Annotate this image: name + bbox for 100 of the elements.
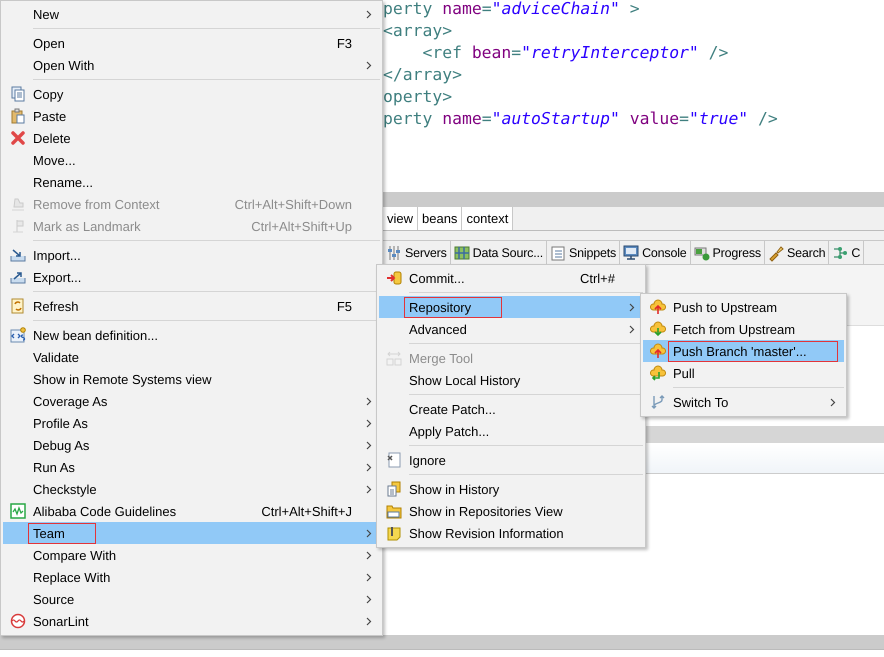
- code-token: "adviceChain": [492, 0, 620, 18]
- flag-icon: [10, 218, 26, 234]
- menu-item[interactable]: Create Patch...: [379, 398, 643, 420]
- menu-item[interactable]: Fetch from Upstream: [643, 318, 844, 340]
- menu-item[interactable]: Copy: [3, 83, 380, 105]
- menu-item[interactable]: Export...: [3, 266, 380, 288]
- menu-item-label: Advanced: [408, 320, 468, 338]
- menu-item[interactable]: Advanced: [379, 318, 643, 340]
- menu-item-label: Validate: [32, 348, 80, 366]
- menu-item-label: Source: [32, 590, 76, 608]
- menu-item-label: Fetch from Upstream: [672, 320, 796, 338]
- menu-item[interactable]: Debug As: [3, 434, 380, 456]
- menu-item[interactable]: Show in Repositories View: [379, 500, 643, 522]
- documents-icon: [386, 481, 402, 497]
- menu-item[interactable]: Commit... Ctrl+#: [379, 267, 643, 289]
- menu-item-label: Show in Repositories View: [408, 502, 564, 520]
- menu-item-label: Pull: [672, 364, 696, 382]
- menu-item-label: New: [32, 6, 60, 24]
- panel-tab[interactable]: C: [829, 241, 864, 264]
- document-icon: [386, 452, 402, 468]
- cloud-arrow-icon: [650, 343, 666, 359]
- code-token: >: [628, 0, 640, 18]
- editor-tab[interactable]: view: [383, 207, 418, 230]
- code-token: perty: [383, 0, 434, 18]
- menu-item-label: Export...: [32, 268, 82, 286]
- code-token: name: [442, 0, 482, 18]
- menu-item[interactable]: Alibaba Code Guidelines Ctrl+Alt+Shift+J: [3, 500, 380, 522]
- refresh-icon: [10, 298, 26, 314]
- menu-item[interactable]: Coverage As: [3, 390, 380, 412]
- menu-item-label: Debug As: [32, 436, 90, 454]
- menu-item-label: Delete: [32, 130, 72, 148]
- menu-item[interactable]: Pull: [643, 362, 844, 384]
- menu-item[interactable]: Open With: [3, 54, 380, 76]
- menu-item[interactable]: Show Local History: [379, 369, 643, 391]
- menu-item[interactable]: Validate: [3, 346, 380, 368]
- menu-item[interactable]: Run As: [3, 456, 380, 478]
- code-token: "true": [688, 109, 748, 128]
- editor-tab[interactable]: context: [462, 207, 514, 230]
- code-token: perty: [383, 109, 434, 128]
- sash-bar[interactable]: [0, 635, 884, 649]
- menu-item[interactable]: SonarLint: [3, 610, 380, 632]
- menu-item[interactable]: Switch To: [643, 391, 844, 413]
- menu-item-label: Profile As: [32, 414, 89, 432]
- code-token: bean: [472, 43, 512, 62]
- menu-item[interactable]: Delete: [3, 127, 380, 149]
- menu-item[interactable]: Open F3: [3, 32, 380, 54]
- menu-item[interactable]: Refresh F5: [3, 295, 380, 317]
- editor-tab[interactable]: beans: [418, 207, 462, 230]
- menu-item[interactable]: Replace With: [3, 566, 380, 588]
- menu-item[interactable]: Show Revision Information: [379, 522, 643, 544]
- menu-item[interactable]: New: [3, 3, 380, 25]
- sliders-icon: [386, 244, 402, 260]
- menu-item-label: Open With: [32, 56, 96, 74]
- code-token: "autoStartup": [492, 109, 620, 128]
- menu-item[interactable]: Show in History: [379, 478, 643, 500]
- cloud-arrow-icon: [650, 365, 666, 381]
- menu-item[interactable]: Ignore: [379, 449, 643, 471]
- panel-tab[interactable]: Progress: [690, 241, 765, 264]
- menu-item[interactable]: Paste: [3, 105, 380, 127]
- grid-icon: [454, 244, 470, 260]
- pulse-icon: [10, 503, 26, 519]
- folder-icon: [386, 503, 402, 519]
- menu-item[interactable]: Apply Patch...: [379, 420, 643, 442]
- monitor-icon: [623, 244, 640, 260]
- menu-item-label: Push to Upstream: [672, 298, 778, 316]
- menu-item-label: Import...: [32, 246, 82, 264]
- menu-item[interactable]: Rename...: [3, 171, 380, 193]
- shortcut-label: Ctrl+Alt+Shift+Down: [234, 196, 353, 212]
- menu-item-label: Show Revision Information: [408, 524, 565, 542]
- menu-item-label: Show Local History: [408, 372, 522, 390]
- menu-item[interactable]: Move...: [3, 149, 380, 171]
- pages-icon: [10, 86, 26, 102]
- clipboard-icon: [10, 108, 26, 124]
- panel-tab[interactable]: Search: [764, 241, 830, 264]
- menu-item[interactable]: Import...: [3, 244, 380, 266]
- menu-item-label: Ignore: [408, 452, 447, 470]
- code-token: name: [442, 109, 482, 128]
- shortcut-label: F5: [336, 298, 353, 314]
- menu-item-label: Merge Tool: [408, 350, 474, 368]
- menu-item[interactable]: Push to Upstream: [643, 296, 844, 318]
- circle-wave-icon: [10, 613, 26, 629]
- menu-item[interactable]: Source: [3, 588, 380, 610]
- cylinder-arrow-icon: [386, 270, 402, 286]
- menu-item[interactable]: Repository: [379, 296, 643, 318]
- menu-item[interactable]: Push Branch 'master'...: [643, 340, 844, 362]
- shortcut-label: Ctrl+Alt+Shift+Up: [251, 218, 353, 234]
- menu-item[interactable]: New bean definition...: [3, 324, 380, 346]
- menu-item-label: Mark as Landmark: [32, 218, 142, 236]
- menu-item[interactable]: Compare With: [3, 544, 380, 566]
- menu-item-label: Apply Patch...: [408, 422, 490, 440]
- torch-icon: [768, 244, 784, 260]
- code-token: <array>: [383, 21, 452, 40]
- menu-item-label: Commit...: [408, 270, 466, 288]
- menu-item[interactable]: Checkstyle: [3, 478, 380, 500]
- menu-item-label: Show in Remote Systems view: [32, 370, 212, 388]
- menu-item-label: Compare With: [32, 546, 118, 564]
- menu-item[interactable]: Profile As: [3, 412, 380, 434]
- highlight-annotation: Repository: [405, 298, 502, 316]
- menu-item[interactable]: Show in Remote Systems view: [3, 368, 380, 390]
- code-token: =: [679, 109, 689, 128]
